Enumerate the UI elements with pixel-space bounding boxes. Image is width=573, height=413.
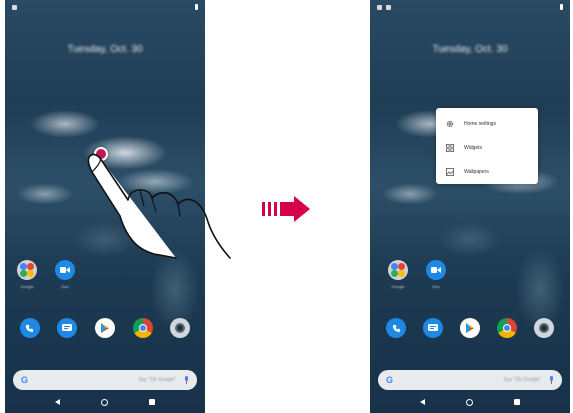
gear-icon xyxy=(446,120,454,128)
back-icon[interactable] xyxy=(55,399,61,405)
recents-icon[interactable] xyxy=(148,399,155,405)
app-row-top: Google Duo xyxy=(370,260,570,289)
chrome-icon[interactable] xyxy=(496,318,517,338)
home-context-menu: Home settings Widgets Wallpapers xyxy=(436,108,538,184)
duo-app-icon[interactable]: Duo xyxy=(55,260,75,289)
menu-item-label: Home settings xyxy=(464,121,496,127)
app-row-top: Google Duo xyxy=(5,260,205,289)
notification-icon xyxy=(377,4,382,10)
google-search-bar[interactable]: G Say "Ok Google" xyxy=(13,370,197,390)
google-g-icon: G xyxy=(386,375,394,385)
google-folder-icon[interactable]: Google xyxy=(388,260,408,289)
duo-app-icon[interactable]: Duo xyxy=(426,260,446,289)
image-notification-icon xyxy=(386,4,391,10)
recents-icon[interactable] xyxy=(513,399,520,405)
home-icon[interactable] xyxy=(465,398,473,406)
widgets-icon xyxy=(446,144,454,152)
app-label: Duo xyxy=(432,284,440,289)
messages-app-icon[interactable] xyxy=(423,318,444,338)
phone-screen-after: Tuesday, Oct. 30 Home settings Widgets W… xyxy=(370,0,570,413)
status-bar xyxy=(5,0,205,14)
messages-app-icon[interactable] xyxy=(57,318,78,338)
status-bar xyxy=(370,0,570,14)
play-store-icon[interactable] xyxy=(459,318,480,338)
phone-app-icon[interactable] xyxy=(19,318,40,338)
hand-gesture-icon xyxy=(87,153,231,259)
dock xyxy=(370,318,570,338)
menu-item-wallpapers[interactable]: Wallpapers xyxy=(436,160,538,184)
wallpaper-icon xyxy=(446,168,454,176)
navigation-bar xyxy=(370,395,570,409)
search-hint: Say "Ok Google" xyxy=(503,377,541,383)
google-folder-icon[interactable]: Google xyxy=(17,260,37,289)
navigation-bar xyxy=(5,395,205,409)
app-label: Google xyxy=(20,284,34,289)
play-store-icon[interactable] xyxy=(94,318,115,338)
notification-icon xyxy=(12,4,17,10)
back-icon[interactable] xyxy=(420,399,426,405)
date-widget[interactable]: Tuesday, Oct. 30 xyxy=(370,44,570,55)
camera-app-icon[interactable] xyxy=(533,318,554,338)
home-icon[interactable] xyxy=(100,398,108,406)
chrome-icon[interactable] xyxy=(132,318,153,338)
mic-icon[interactable] xyxy=(549,376,554,384)
google-search-bar[interactable]: G Say "Ok Google" xyxy=(378,370,562,390)
menu-item-home-settings[interactable]: Home settings xyxy=(436,112,538,136)
menu-item-widgets[interactable]: Widgets xyxy=(436,136,538,160)
transition-arrow-icon xyxy=(262,196,310,222)
menu-item-label: Widgets xyxy=(464,145,483,151)
phone-app-icon[interactable] xyxy=(386,318,407,338)
battery-icon xyxy=(560,4,563,10)
dock xyxy=(5,318,205,338)
search-hint: Say "Ok Google" xyxy=(138,377,176,383)
battery-icon xyxy=(195,4,198,10)
app-label: Google xyxy=(391,284,405,289)
app-label: Duo xyxy=(61,284,69,289)
date-widget[interactable]: Tuesday, Oct. 30 xyxy=(5,44,205,55)
google-g-icon: G xyxy=(21,375,29,385)
menu-item-label: Wallpapers xyxy=(464,169,489,175)
camera-app-icon[interactable] xyxy=(170,318,191,338)
mic-icon[interactable] xyxy=(184,376,189,384)
